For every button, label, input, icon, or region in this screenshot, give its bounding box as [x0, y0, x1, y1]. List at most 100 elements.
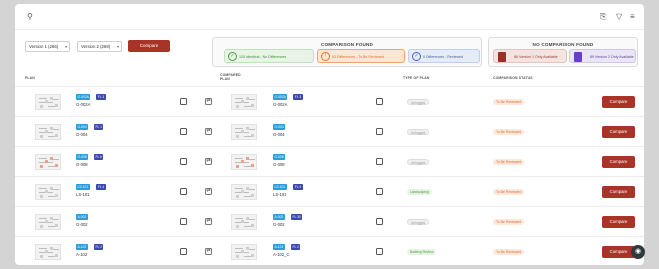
plan-thumbnail[interactable]: [231, 244, 257, 260]
plan-thumbnail[interactable]: [231, 154, 257, 170]
plan-tag: G-004: [76, 124, 89, 130]
compared-plan-checkbox[interactable]: [376, 158, 383, 165]
swap-icon[interactable]: ⇄: [205, 218, 212, 225]
version1-select[interactable]: Version 1 (266) ▾: [25, 41, 70, 52]
version1-only-filter[interactable]: 86 Version 1 Only Available: [493, 49, 567, 63]
filter-icon[interactable]: ▽: [616, 12, 622, 22]
compared-plan-checkbox[interactable]: [376, 248, 383, 255]
plan-checkbox[interactable]: [180, 218, 187, 225]
comparison-status-badge: To Be Reviewed: [493, 219, 525, 225]
plan-thumbnail[interactable]: [231, 124, 257, 140]
comparison-found-group: COMPARISON FOUND ✓ 120 Identical - No Dif…: [212, 37, 482, 67]
document-icon: [574, 52, 582, 62]
plan-thumbnail[interactable]: [35, 214, 61, 230]
plan-thumbnail[interactable]: [35, 154, 61, 170]
identical-label: 120 Identical - No Differences: [239, 55, 287, 59]
compare-button[interactable]: Compare: [602, 126, 635, 138]
plan-thumbnail[interactable]: [35, 124, 61, 140]
no-comparison-found-title: NO COMPARISON FOUND: [532, 42, 594, 47]
plan-tag: G-002A: [76, 94, 91, 100]
swap-icon[interactable]: ⇄: [205, 158, 212, 165]
clock-icon: !: [321, 52, 330, 61]
plan-tag: A-102: [76, 244, 88, 250]
plan-tag: FL 1: [94, 124, 104, 130]
plan-checkbox[interactable]: [180, 248, 187, 255]
compared-plan-code: G-004: [273, 132, 285, 137]
plan-type-badge: Landscaping: [407, 189, 432, 195]
document-icon: [498, 52, 506, 62]
plan-code: G-004: [76, 132, 88, 137]
compare-button[interactable]: Compare: [602, 186, 635, 198]
chat-icon[interactable]: ◉: [631, 245, 645, 259]
plan-tag: G-008: [76, 154, 89, 160]
table-row: G-002A FL 3 G-002A ⇄ G-002A FL 3 G-002A Unlogge…: [15, 86, 644, 115]
compared-plan-checkbox[interactable]: [376, 218, 383, 225]
compared-plan-code: G-002A: [273, 102, 288, 107]
version2-only-filter[interactable]: 89 Version 2 Only Available: [569, 49, 636, 63]
to-be-reviewed-filter[interactable]: ! 53 Differences - To Be Reviewed: [317, 49, 405, 63]
compare-button[interactable]: Compare: [602, 216, 635, 228]
plan-tag: FL 2: [94, 244, 104, 250]
compare-button[interactable]: Compare: [602, 96, 635, 108]
plan-checkbox[interactable]: [180, 128, 187, 135]
compare-button[interactable]: Compare: [602, 156, 635, 168]
compare-versions-button[interactable]: Compare: [128, 40, 170, 52]
version1-value: Version 1 (266): [29, 44, 59, 49]
swap-icon[interactable]: ⇄: [205, 188, 212, 195]
version2-only-label: 89 Version 2 Only Available: [590, 55, 634, 59]
comparison-status-badge: To Be Reviewed: [493, 189, 525, 195]
comparison-status-badge: To Be Reviewed: [493, 99, 525, 105]
version2-select[interactable]: Version 2 (268) ▾: [77, 41, 122, 52]
comparison-found-title: COMPARISON FOUND: [320, 42, 374, 47]
table-row: A-002 G-002 ⇄ A-002 FL 30 G-002 Unlogged To Be …: [15, 206, 644, 235]
top-bar: ⚲ ⎘ ▽ ≡: [15, 4, 644, 30]
plan-code: A-102: [76, 252, 88, 257]
plan-code: G-002A: [76, 102, 91, 107]
compared-plan-checkbox[interactable]: [376, 128, 383, 135]
compared-plan-tag: FL 4: [293, 184, 303, 190]
plan-thumbnail[interactable]: [231, 214, 257, 230]
plan-thumbnail[interactable]: [35, 94, 61, 110]
compared-plan-tag: A-102: [273, 244, 285, 250]
compared-plan-tag: LS-101: [273, 184, 287, 190]
paperclip-icon[interactable]: ⎘: [600, 12, 606, 22]
version2-value: Version 2 (268): [81, 44, 111, 49]
plan-thumbnail[interactable]: [231, 94, 257, 110]
reviewed-filter[interactable]: ✓ 0 Differences - Reviewed: [408, 49, 480, 63]
compared-plan-tag: G-002A: [273, 94, 288, 100]
compared-plan-code: A-102_C: [273, 252, 290, 257]
plan-checkbox[interactable]: [180, 188, 187, 195]
sort-icon[interactable]: ≡: [630, 12, 635, 22]
no-comparison-found-group: NO COMPARISON FOUND 86 Version 1 Only Av…: [488, 37, 638, 67]
compared-plan-checkbox[interactable]: [376, 188, 383, 195]
version1-only-label: 86 Version 1 Only Available: [514, 55, 558, 59]
swap-icon[interactable]: ⇄: [205, 128, 212, 135]
comparison-status-badge: To Be Reviewed: [493, 249, 525, 255]
plan-type-badge: Unlogged: [407, 159, 430, 165]
header-comparison-status: COMPARISON STATUS: [493, 76, 533, 80]
identical-filter[interactable]: ✓ 120 Identical - No Differences: [224, 49, 314, 63]
swap-icon[interactable]: ⇄: [205, 98, 212, 105]
header-type-of-plan: TYPE OF PLAN: [403, 76, 430, 80]
plan-type-badge: Unlogged: [407, 129, 430, 135]
plan-checkbox[interactable]: [180, 98, 187, 105]
compared-plan-code: G-008: [273, 162, 285, 167]
plan-thumbnail[interactable]: [35, 184, 61, 200]
chevron-down-icon: ▾: [116, 44, 119, 49]
plan-tag: LS-101: [76, 184, 90, 190]
reviewed-label: 0 Differences - Reviewed: [423, 55, 464, 59]
compared-plan-checkbox[interactable]: [376, 98, 383, 105]
chevron-down-icon: ▾: [64, 44, 67, 49]
plan-type-badge: Building Review: [407, 249, 437, 255]
plan-checkbox[interactable]: [180, 158, 187, 165]
plan-tag: A-002: [76, 214, 88, 220]
check-icon: ✓: [228, 52, 237, 61]
plan-thumbnail[interactable]: [35, 244, 61, 260]
plan-thumbnail[interactable]: [231, 184, 257, 200]
compared-plan-tag: A-002: [273, 214, 285, 220]
swap-icon[interactable]: ⇄: [205, 248, 212, 255]
compared-plan-tag: FL 30: [291, 214, 303, 220]
table-row: G-008 FL 6 G-008 ⇄ G-008 G-008 Unlogged To Be R…: [15, 146, 644, 175]
search-icon[interactable]: ⚲: [27, 12, 33, 22]
comparison-status-badge: To Be Reviewed: [493, 129, 525, 135]
